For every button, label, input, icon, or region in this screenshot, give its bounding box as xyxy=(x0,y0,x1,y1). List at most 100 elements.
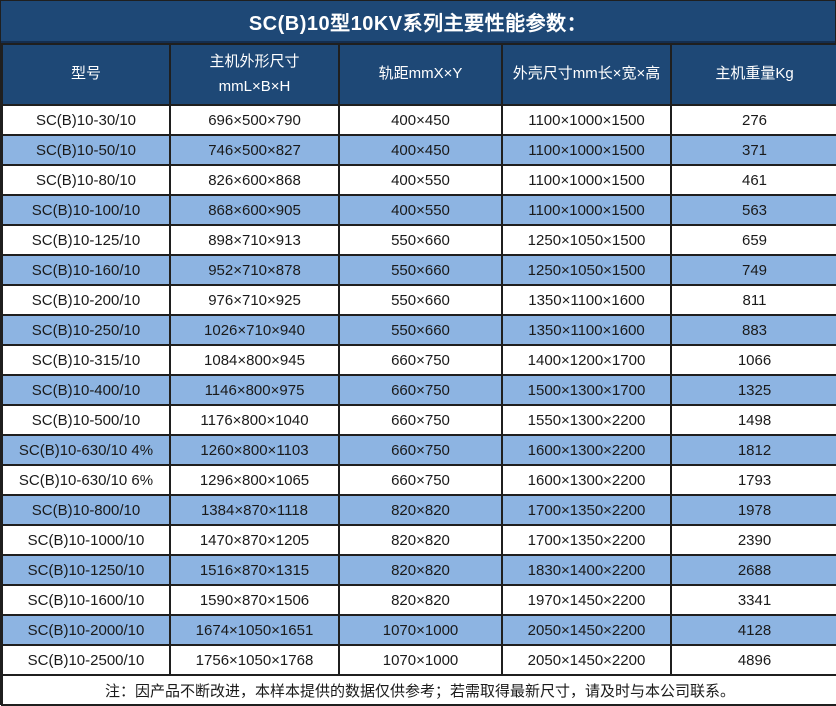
cell-rail-gauge: 660×750 xyxy=(339,405,502,435)
cell-shell-dimensions: 1100×1000×1500 xyxy=(502,105,671,135)
header-cell-rail-gauge: 轨距mmX×Y xyxy=(339,44,502,105)
cell-weight: 1812 xyxy=(671,435,836,465)
header-cell-model: 型号 xyxy=(2,44,170,105)
table-row: SC(B)10-1000/101470×870×1205820×8201700×… xyxy=(2,525,836,555)
cell-weight: 3341 xyxy=(671,585,836,615)
cell-main-dimensions: 1176×800×1040 xyxy=(170,405,339,435)
table-row: SC(B)10-80/10826×600×868400×5501100×1000… xyxy=(2,165,836,195)
cell-weight: 659 xyxy=(671,225,836,255)
table-row: SC(B)10-160/10952×710×878550×6601250×105… xyxy=(2,255,836,285)
cell-rail-gauge: 400×450 xyxy=(339,105,502,135)
cell-shell-dimensions: 1970×1450×2200 xyxy=(502,585,671,615)
cell-rail-gauge: 660×750 xyxy=(339,375,502,405)
cell-weight: 811 xyxy=(671,285,836,315)
cell-shell-dimensions: 1250×1050×1500 xyxy=(502,225,671,255)
cell-shell-dimensions: 2050×1450×2200 xyxy=(502,615,671,645)
table-row: SC(B)10-2500/101756×1050×17681070×100020… xyxy=(2,645,836,675)
cell-rail-gauge: 550×660 xyxy=(339,285,502,315)
cell-rail-gauge: 1070×1000 xyxy=(339,645,502,675)
cell-weight: 461 xyxy=(671,165,836,195)
footer-row: 注：因产品不断改进，本样本提供的数据仅供参考；若需取得最新尺寸，请及时与本公司联… xyxy=(2,675,836,705)
cell-shell-dimensions: 1700×1350×2200 xyxy=(502,525,671,555)
table-row: SC(B)10-630/10 4%1260×800×1103660×750160… xyxy=(2,435,836,465)
cell-rail-gauge: 660×750 xyxy=(339,465,502,495)
cell-shell-dimensions: 1500×1300×1700 xyxy=(502,375,671,405)
cell-model: SC(B)10-2000/10 xyxy=(2,615,170,645)
cell-model: SC(B)10-1250/10 xyxy=(2,555,170,585)
cell-model: SC(B)10-50/10 xyxy=(2,135,170,165)
cell-main-dimensions: 976×710×925 xyxy=(170,285,339,315)
cell-weight: 2390 xyxy=(671,525,836,555)
cell-shell-dimensions: 2050×1450×2200 xyxy=(502,645,671,675)
cell-shell-dimensions: 1250×1050×1500 xyxy=(502,255,671,285)
cell-weight: 1978 xyxy=(671,495,836,525)
header-cell-main-dimensions: 主机外形尺寸 mmL×B×H xyxy=(170,44,339,105)
cell-weight: 1066 xyxy=(671,345,836,375)
cell-rail-gauge: 820×820 xyxy=(339,525,502,555)
table-row: SC(B)10-2000/101674×1050×16511070×100020… xyxy=(2,615,836,645)
table-row: SC(B)10-125/10898×710×913550×6601250×105… xyxy=(2,225,836,255)
cell-model: SC(B)10-125/10 xyxy=(2,225,170,255)
cell-model: SC(B)10-2500/10 xyxy=(2,645,170,675)
cell-main-dimensions: 1674×1050×1651 xyxy=(170,615,339,645)
cell-weight: 2688 xyxy=(671,555,836,585)
table-row: SC(B)10-800/101384×870×1118820×8201700×1… xyxy=(2,495,836,525)
table-row: SC(B)10-1250/101516×870×1315820×8201830×… xyxy=(2,555,836,585)
cell-rail-gauge: 660×750 xyxy=(339,345,502,375)
cell-rail-gauge: 820×820 xyxy=(339,555,502,585)
cell-rail-gauge: 550×660 xyxy=(339,315,502,345)
cell-main-dimensions: 1384×870×1118 xyxy=(170,495,339,525)
cell-shell-dimensions: 1100×1000×1500 xyxy=(502,195,671,225)
table-row: SC(B)10-630/10 6%1296×800×1065660×750160… xyxy=(2,465,836,495)
cell-model: SC(B)10-500/10 xyxy=(2,405,170,435)
cell-shell-dimensions: 1550×1300×2200 xyxy=(502,405,671,435)
cell-shell-dimensions: 1350×1100×1600 xyxy=(502,315,671,345)
cell-rail-gauge: 550×660 xyxy=(339,225,502,255)
footer-note: 注：因产品不断改进，本样本提供的数据仅供参考；若需取得最新尺寸，请及时与本公司联… xyxy=(2,675,836,705)
cell-rail-gauge: 820×820 xyxy=(339,585,502,615)
cell-main-dimensions: 826×600×868 xyxy=(170,165,339,195)
cell-model: SC(B)10-1000/10 xyxy=(2,525,170,555)
cell-model: SC(B)10-800/10 xyxy=(2,495,170,525)
header-row: 型号 主机外形尺寸 mmL×B×H 轨距mmX×Y 外壳尺寸mm长×宽×高 主机… xyxy=(2,44,836,105)
cell-model: SC(B)10-400/10 xyxy=(2,375,170,405)
page-title: SC(B)10型10KV系列主要性能参数： xyxy=(1,1,835,43)
cell-main-dimensions: 952×710×878 xyxy=(170,255,339,285)
cell-main-dimensions: 1146×800×975 xyxy=(170,375,339,405)
header-cell-weight: 主机重量Kg xyxy=(671,44,836,105)
cell-rail-gauge: 660×750 xyxy=(339,435,502,465)
cell-weight: 749 xyxy=(671,255,836,285)
cell-model: SC(B)10-250/10 xyxy=(2,315,170,345)
table-row: SC(B)10-1600/101590×870×1506820×8201970×… xyxy=(2,585,836,615)
cell-shell-dimensions: 1700×1350×2200 xyxy=(502,495,671,525)
spec-sheet: SC(B)10型10KV系列主要性能参数： 型号 主机外形尺寸 mmL×B×H … xyxy=(0,0,836,705)
cell-weight: 371 xyxy=(671,135,836,165)
cell-shell-dimensions: 1830×1400×2200 xyxy=(502,555,671,585)
cell-rail-gauge: 400×550 xyxy=(339,195,502,225)
header-cell-shell-dimensions: 外壳尺寸mm长×宽×高 xyxy=(502,44,671,105)
cell-model: SC(B)10-630/10 6% xyxy=(2,465,170,495)
header-main-dims-line2: mmL×B×H xyxy=(173,75,336,100)
table-row: SC(B)10-500/101176×800×1040660×7501550×1… xyxy=(2,405,836,435)
cell-weight: 4128 xyxy=(671,615,836,645)
cell-shell-dimensions: 1100×1000×1500 xyxy=(502,135,671,165)
cell-main-dimensions: 1516×870×1315 xyxy=(170,555,339,585)
table-row: SC(B)10-400/101146×800×975660×7501500×13… xyxy=(2,375,836,405)
cell-shell-dimensions: 1600×1300×2200 xyxy=(502,465,671,495)
cell-rail-gauge: 400×450 xyxy=(339,135,502,165)
cell-main-dimensions: 1026×710×940 xyxy=(170,315,339,345)
cell-main-dimensions: 1590×870×1506 xyxy=(170,585,339,615)
cell-model: SC(B)10-160/10 xyxy=(2,255,170,285)
spec-table: 型号 主机外形尺寸 mmL×B×H 轨距mmX×Y 外壳尺寸mm长×宽×高 主机… xyxy=(1,43,836,706)
cell-rail-gauge: 820×820 xyxy=(339,495,502,525)
cell-main-dimensions: 1756×1050×1768 xyxy=(170,645,339,675)
cell-weight: 883 xyxy=(671,315,836,345)
table-row: SC(B)10-30/10696×500×790400×4501100×1000… xyxy=(2,105,836,135)
cell-rail-gauge: 400×550 xyxy=(339,165,502,195)
cell-weight: 4896 xyxy=(671,645,836,675)
cell-main-dimensions: 1470×870×1205 xyxy=(170,525,339,555)
table-row: SC(B)10-315/101084×800×945660×7501400×12… xyxy=(2,345,836,375)
cell-rail-gauge: 550×660 xyxy=(339,255,502,285)
cell-shell-dimensions: 1600×1300×2200 xyxy=(502,435,671,465)
cell-rail-gauge: 1070×1000 xyxy=(339,615,502,645)
